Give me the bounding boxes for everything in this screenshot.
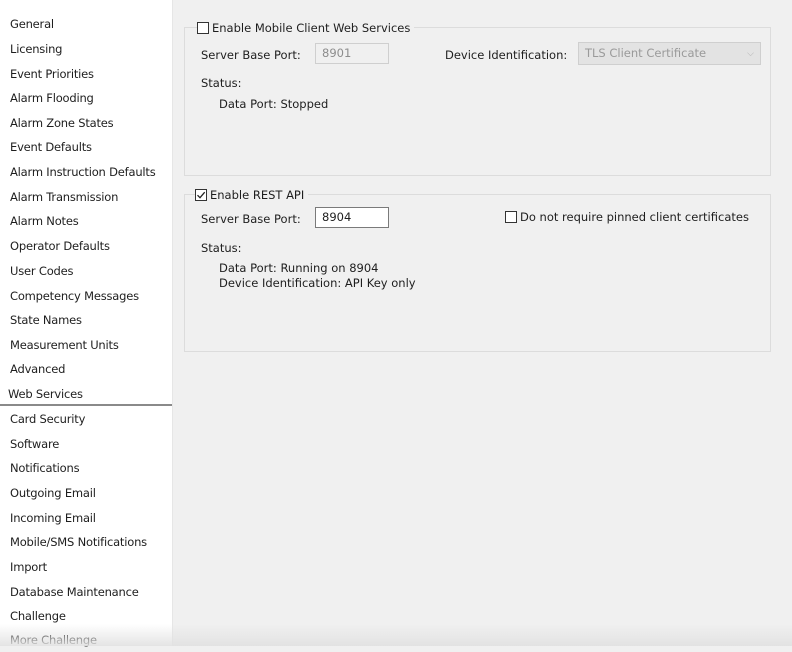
sidebar-item-alarm-instruction-defaults[interactable]: Alarm Instruction Defaults [0, 160, 172, 184]
mobile-client-enable-label[interactable]: Enable Mobile Client Web Services [212, 21, 410, 35]
sidebar-item-alarm-notes[interactable]: Alarm Notes [0, 209, 172, 233]
sidebar-item-mobile-sms-notifications[interactable]: Mobile/SMS Notifications [0, 530, 172, 554]
sidebar-item-incoming-email[interactable]: Incoming Email [0, 506, 172, 530]
sidebar-item-alarm-flooding[interactable]: Alarm Flooding [0, 86, 172, 110]
sidebar-item-user-codes[interactable]: User Codes [0, 259, 172, 283]
sidebar-item-alarm-zone-states[interactable]: Alarm Zone States [0, 111, 172, 135]
sidebar-item-database-maintenance[interactable]: Database Maintenance [0, 580, 172, 604]
sidebar-item-licensing[interactable]: Licensing [0, 37, 172, 61]
sidebar-item-card-security[interactable]: Card Security [0, 407, 172, 431]
check-icon [197, 191, 206, 199]
sidebar-item-challenge[interactable]: Challenge [0, 604, 172, 628]
sidebar-item-import[interactable]: Import [0, 555, 172, 579]
rest-status-device-identification: Device Identification: API Key only [219, 276, 416, 290]
sidebar-item-notifications[interactable]: Notifications [0, 456, 172, 480]
sidebar-item-measurement-units[interactable]: Measurement Units [0, 333, 172, 357]
sidebar-item-software[interactable]: Software [0, 432, 172, 456]
rest-api-group: Enable REST API Server Base Port: 8904 D… [184, 186, 771, 352]
pinned-certificates-checkbox[interactable] [505, 211, 517, 223]
chevron-down-icon: ⌵ [747, 49, 754, 59]
settings-sidebar: General Licensing Event Priorities Alarm… [0, 0, 173, 647]
rest-port-label: Server Base Port: [201, 212, 301, 226]
pinned-certificates-option[interactable]: Do not require pinned client certificate… [505, 210, 749, 224]
mobile-status-data-port: Data Port: Stopped [219, 97, 329, 111]
sidebar-item-event-priorities[interactable]: Event Priorities [0, 62, 172, 86]
rest-api-enable-checkbox[interactable] [195, 188, 207, 201]
sidebar-item-general[interactable]: General [0, 12, 172, 36]
sidebar-item-outgoing-email[interactable]: Outgoing Email [0, 481, 172, 505]
rest-api-enable-label[interactable]: Enable REST API [210, 188, 304, 202]
mobile-client-legend: Enable Mobile Client Web Services [197, 19, 415, 36]
sidebar-item-event-defaults[interactable]: Event Defaults [0, 135, 172, 159]
sidebar-item-web-services[interactable]: Web Services [0, 382, 172, 406]
mobile-client-group: Enable Mobile Client Web Services Server… [184, 19, 771, 176]
sidebar-item-advanced[interactable]: Advanced [0, 357, 172, 381]
rest-port-field[interactable]: 8904 [315, 207, 389, 228]
rest-status-data-port: Data Port: Running on 8904 [219, 261, 379, 275]
device-identification-label: Device Identification: [445, 48, 568, 62]
mobile-client-enable-checkbox[interactable] [197, 21, 209, 34]
sidebar-item-operator-defaults[interactable]: Operator Defaults [0, 234, 172, 258]
device-identification-select[interactable]: TLS Client Certificate ⌵ [578, 42, 761, 65]
mobile-port-field[interactable]: 8901 [315, 43, 389, 64]
sidebar-item-more-challenge[interactable]: More Challenge [0, 628, 172, 652]
mobile-port-label: Server Base Port: [201, 48, 301, 62]
sidebar-item-state-names[interactable]: State Names [0, 308, 172, 332]
mobile-status-label: Status: [201, 76, 242, 90]
rest-status-label: Status: [201, 241, 242, 255]
sidebar-item-alarm-transmission[interactable]: Alarm Transmission [0, 185, 172, 209]
pinned-certificates-label[interactable]: Do not require pinned client certificate… [520, 210, 749, 224]
rest-api-legend: Enable REST API [195, 186, 309, 203]
sidebar-item-competency-messages[interactable]: Competency Messages [0, 284, 172, 308]
device-identification-value: TLS Client Certificate [585, 46, 707, 60]
